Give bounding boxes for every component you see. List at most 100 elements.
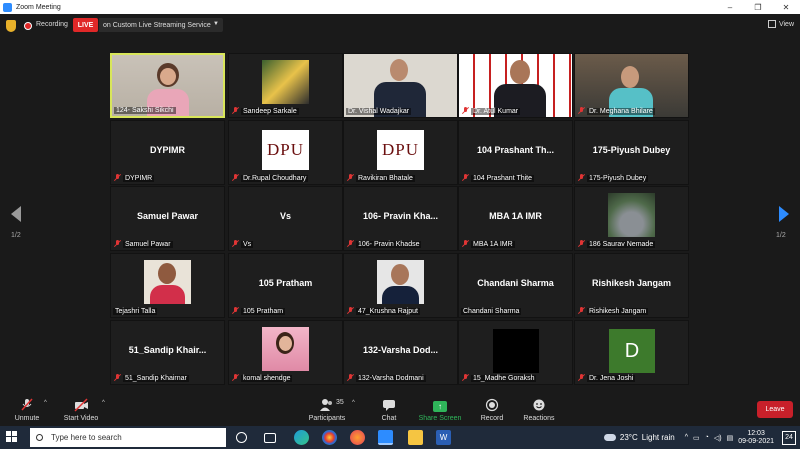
start-video-label: Start Video [63,415,99,422]
meeting-toolbar: Unmute ^ Start Video ^ Participants 35 ^… [0,394,800,426]
live-badge: LIVE [73,18,98,32]
hidden-icons-chevron-icon[interactable]: ^ [685,434,688,441]
security-shield-icon[interactable] [6,20,16,32]
participant-tile[interactable]: 51_Sandip Khair... 51_Sandip Khairnar [110,320,225,385]
participant-tile[interactable]: Rishikesh Jangam Rishikesh Jangam [574,253,689,318]
participant-tile[interactable]: Dr. Atul Kumar [458,53,573,118]
participant-avatar [262,60,309,104]
participant-tile[interactable]: Samuel Pawar Samuel Pawar [110,186,225,251]
share-screen-icon: ↑ [433,401,447,412]
minimize-button[interactable]: – [716,0,744,14]
participant-tile[interactable]: Chandani Sharma Chandani Sharma [458,253,573,318]
meeting-topbar: Recording LIVE on Custom Live Streaming … [0,14,800,38]
participant-tile[interactable]: 105 Pratham 105 Pratham [228,253,343,318]
view-button[interactable]: View [767,20,794,28]
participant-name: 47_Krushna Rajput [356,308,420,315]
participants-caret-icon[interactable]: ^ [352,400,355,406]
share-screen-label: Share Screen [418,415,462,422]
language-icon[interactable]: ▤ [727,434,734,442]
mic-muted-icon [232,240,239,247]
participant-tile[interactable]: DYPIMR DYPIMR [110,120,225,185]
participant-tile[interactable]: 124- Sakshi Sikchi [110,53,225,118]
mic-muted-icon [347,174,354,181]
next-page-arrow-icon[interactable] [778,206,790,222]
search-placeholder: Type here to search [51,433,122,442]
firefox-browser-icon[interactable] [350,430,365,445]
maximize-button[interactable]: ❐ [744,0,772,14]
mic-muted-icon [578,307,585,314]
record-button[interactable]: Record [478,394,506,426]
participant-tile[interactable]: D Dr. Jena Joshi [574,320,689,385]
participant-avatar [493,329,539,373]
network-icon[interactable]: ◔ [705,434,709,441]
edge-browser-icon[interactable] [294,430,309,445]
chat-icon [383,400,395,411]
cortana-icon[interactable] [236,432,247,443]
clock-date: 09-09-2021 [738,437,774,445]
audio-options-caret-icon[interactable]: ^ [44,400,47,406]
participant-display-name: 105 Pratham [258,278,313,288]
reactions-button[interactable]: Reactions [522,394,556,426]
system-tray: 23°C Light rain ^ ▭ ◔ ◁) ▤ 12:03 09-09-2… [603,426,800,449]
word-icon[interactable]: W [436,430,451,445]
window-titlebar: Zoom Meeting – ❐ ✕ [0,0,800,14]
participant-name: Samuel Pawar [123,241,173,248]
participant-tile[interactable]: Dr. Vishal Wadajkar [343,53,458,118]
participant-display-name: 132-Varsha Dod... [362,345,439,355]
participant-tile[interactable]: MBA 1A IMR MBA 1A IMR [458,186,573,251]
windows-start-icon[interactable] [6,431,18,443]
volume-icon[interactable]: ◁) [714,434,722,442]
mic-muted-icon [232,374,239,381]
mic-muted-icon [578,374,585,381]
live-streaming-dropdown[interactable]: on Custom Live Streaming Service ▼ [99,18,223,32]
share-screen-button[interactable]: ↑ Share Screen [418,394,462,426]
leave-button[interactable]: Leave [757,401,793,418]
participant-tile[interactable]: DPU Dr.Rupal Choudhary [228,120,343,185]
participant-name: Rishikesh Jangam [587,308,649,315]
chrome-browser-icon[interactable] [322,430,337,445]
participant-tile[interactable]: DPU Ravikiran Bhatale [343,120,458,185]
weather-widget[interactable]: 23°C Light rain [603,433,675,442]
participants-label: Participants [308,415,346,422]
participant-tile[interactable]: Vs Vs [228,186,343,251]
participant-tile[interactable]: 106- Pravin Kha... 106- Pravin Khadse [343,186,458,251]
participant-tile[interactable]: 175-Piyush Dubey 175-Piyush Dubey [574,120,689,185]
mic-muted-icon [462,107,469,114]
file-explorer-icon[interactable] [408,430,423,445]
mic-muted-icon [347,240,354,247]
participant-name: Dr. Meghana Bhilare [587,108,655,115]
video-options-caret-icon[interactable]: ^ [102,400,105,406]
participant-tile[interactable]: 132-Varsha Dod... 132-Varsha Dodmani [343,320,458,385]
participant-name: 15_Madhe Goraksh [471,375,537,382]
participant-tile[interactable]: 104 Prashant Th... 104 Prashant Thite [458,120,573,185]
participant-tile[interactable]: komal shendge [228,320,343,385]
start-video-button[interactable]: Start Video [62,394,100,426]
participant-name: 106- Pravin Khadse [356,241,422,248]
participant-tile[interactable]: 47_Krushna Rajput [343,253,458,318]
participant-tile[interactable]: 186 Saurav Nemade [574,186,689,251]
reactions-label: Reactions [523,415,555,422]
participant-name: Vs [241,241,254,248]
chat-button[interactable]: Chat [376,394,402,426]
participant-display-name: Vs [279,211,291,221]
battery-icon[interactable]: ▭ [693,434,700,442]
participant-name: 104 Prashant Thite [471,175,535,182]
previous-page-arrow-icon[interactable] [10,206,22,222]
video-off-icon [74,398,88,412]
zoom-taskbar-icon[interactable] [378,430,393,445]
participant-tile[interactable]: Sandeep Sarkale [228,53,343,118]
mic-muted-icon [232,174,239,181]
task-view-icon[interactable] [264,433,276,443]
close-button[interactable]: ✕ [772,0,800,14]
notification-center-icon[interactable]: 24 [782,430,796,445]
mic-muted-icon [462,240,469,247]
taskbar-search-input[interactable]: Type here to search [30,428,226,447]
participant-display-name: Rishikesh Jangam [591,278,672,288]
participant-tile[interactable]: 15_Madhe Goraksh [458,320,573,385]
participant-avatar [608,193,655,237]
unmute-button[interactable]: Unmute [12,394,42,426]
participant-tile[interactable]: Dr. Meghana Bhilare [574,53,689,118]
taskbar-clock[interactable]: 12:03 09-09-2021 [738,430,774,446]
participant-tile[interactable]: Tejashri Talla [110,253,225,318]
participant-display-name: Chandani Sharma [477,278,554,288]
